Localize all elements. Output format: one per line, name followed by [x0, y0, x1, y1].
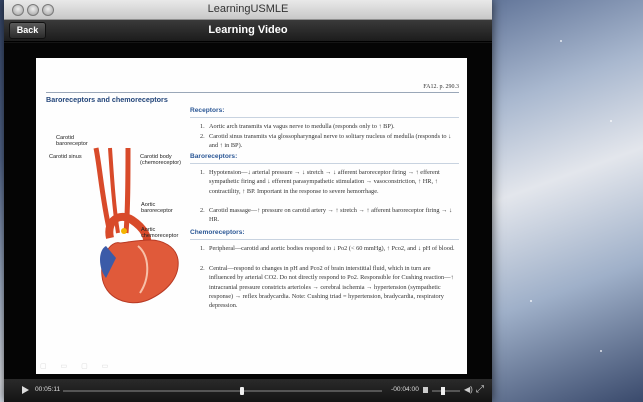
faint-watermark-icons: ▢ ▭ ▢ ▭: [40, 363, 115, 370]
list-item: 1. Peripheral—carotid and aortic bodies r…: [200, 245, 455, 252]
volume-high-icon[interactable]: ◀): [464, 385, 473, 394]
remaining-time: -00:04:00: [391, 386, 419, 393]
page-title: Learning Video: [208, 24, 288, 36]
list-item: 2. Central—respond to changes in pH and P…: [200, 265, 454, 310]
divider: [190, 163, 459, 164]
aortic-chemoreceptor-label: Aortic chemoreceptor: [141, 227, 179, 240]
chemoreceptors-title: Chemoreceptors:: [190, 229, 245, 236]
list-item: 1. Hypotension—↓ arterial pressure → ↓ st…: [200, 169, 440, 195]
toolbar: Back Learning Video: [4, 20, 492, 42]
divider: [190, 117, 459, 118]
volume-slider[interactable]: [432, 390, 460, 392]
aortic-baroreceptor-label: Aortic baroreceptor: [141, 202, 173, 215]
app-window: LearningUSMLE Back Learning Video FA12. …: [4, 0, 492, 402]
slide-heading: Baroreceptors and chemoreceptors: [46, 95, 168, 104]
play-icon[interactable]: [22, 386, 29, 394]
fullscreen-icon[interactable]: ⤢: [476, 384, 484, 395]
elapsed-time: 00:05:11: [35, 386, 61, 393]
list-item: 1. Aortic arch transmits via vagus nerve …: [200, 123, 395, 130]
carotid-sinus-label: Carotid sinus: [49, 154, 82, 160]
list-item: 2. Carotid massage—↑ pressure on carotid …: [200, 207, 453, 224]
slide-page: FA12. p. 290.3 Baroreceptors and chemore…: [36, 58, 467, 374]
volume-low-icon[interactable]: [423, 387, 428, 393]
carotid-baroreceptor-label: Carotid baroreceptor: [56, 135, 88, 148]
carotid-body-label: Carotid body (chemoreceptor): [140, 154, 182, 167]
player-controls: 00:05:11 -00:04:00 ◀) ⤢: [4, 379, 492, 402]
window-title: LearningUSMLE: [207, 3, 289, 15]
progress-track[interactable]: [63, 387, 382, 395]
volume-knob[interactable]: [441, 387, 446, 395]
page-reference: FA12. p. 290.3: [423, 84, 459, 90]
receptors-title: Receptors:: [190, 107, 225, 114]
baroreceptors-title: Baroreceptors:: [190, 153, 238, 160]
title-bar: LearningUSMLE: [4, 0, 492, 20]
divider: [46, 92, 459, 93]
list-item: 2. Carotid sinus transmits via glossophar…: [200, 133, 452, 150]
video-area[interactable]: FA12. p. 290.3 Baroreceptors and chemore…: [4, 43, 492, 379]
progress-scrubber[interactable]: [239, 387, 244, 395]
divider: [190, 239, 459, 240]
